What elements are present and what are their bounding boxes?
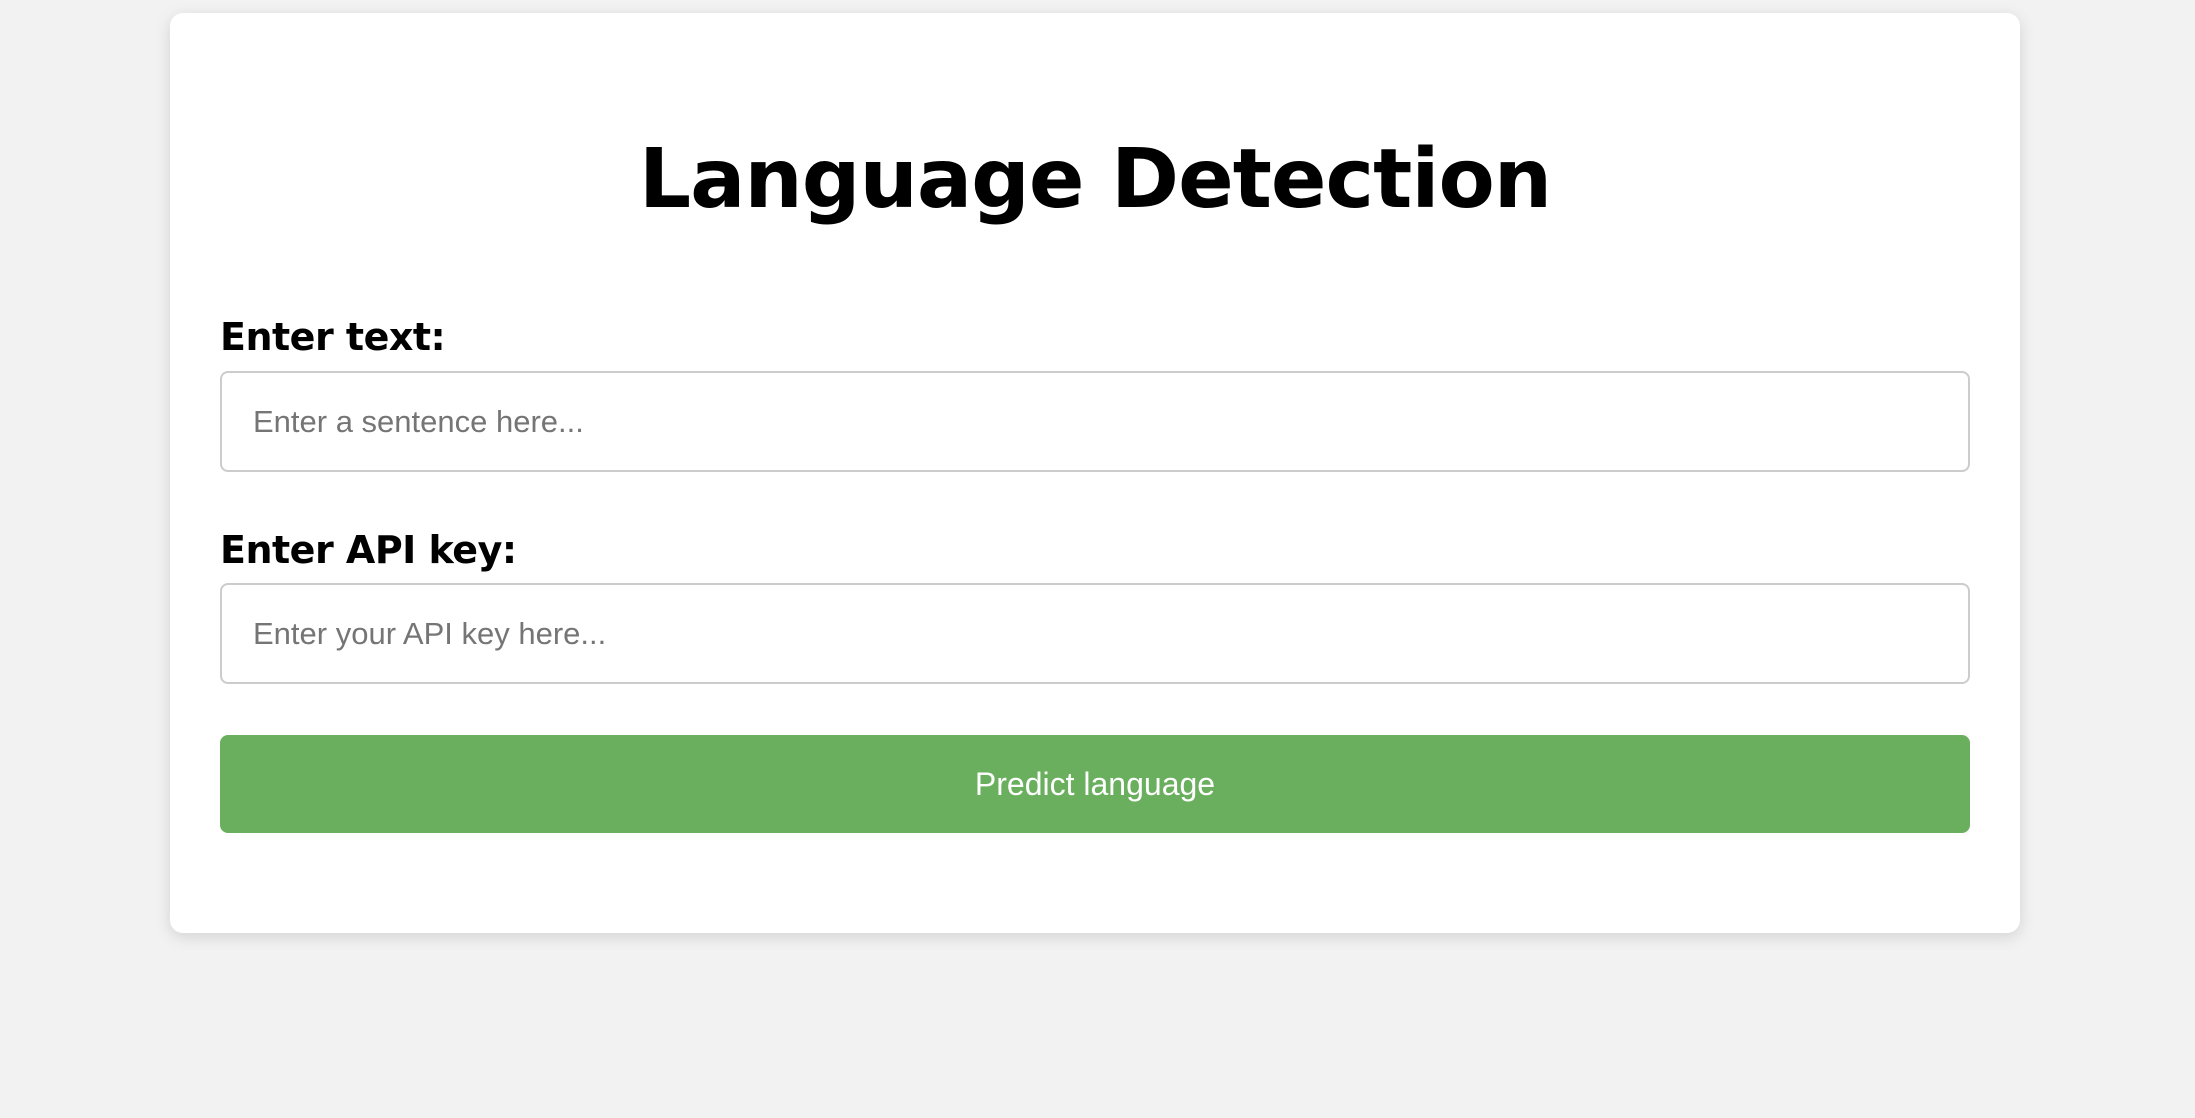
page-title: Language Detection	[638, 132, 1552, 227]
predict-language-button[interactable]: Predict language	[220, 735, 1970, 833]
detection-card: Language Detection Enter text: Enter API…	[170, 13, 2020, 933]
api-key-field-label: Enter API key:	[220, 528, 517, 572]
text-field-label: Enter text:	[220, 315, 446, 359]
sentence-input[interactable]	[220, 371, 1970, 472]
api-key-input[interactable]	[220, 583, 1970, 684]
